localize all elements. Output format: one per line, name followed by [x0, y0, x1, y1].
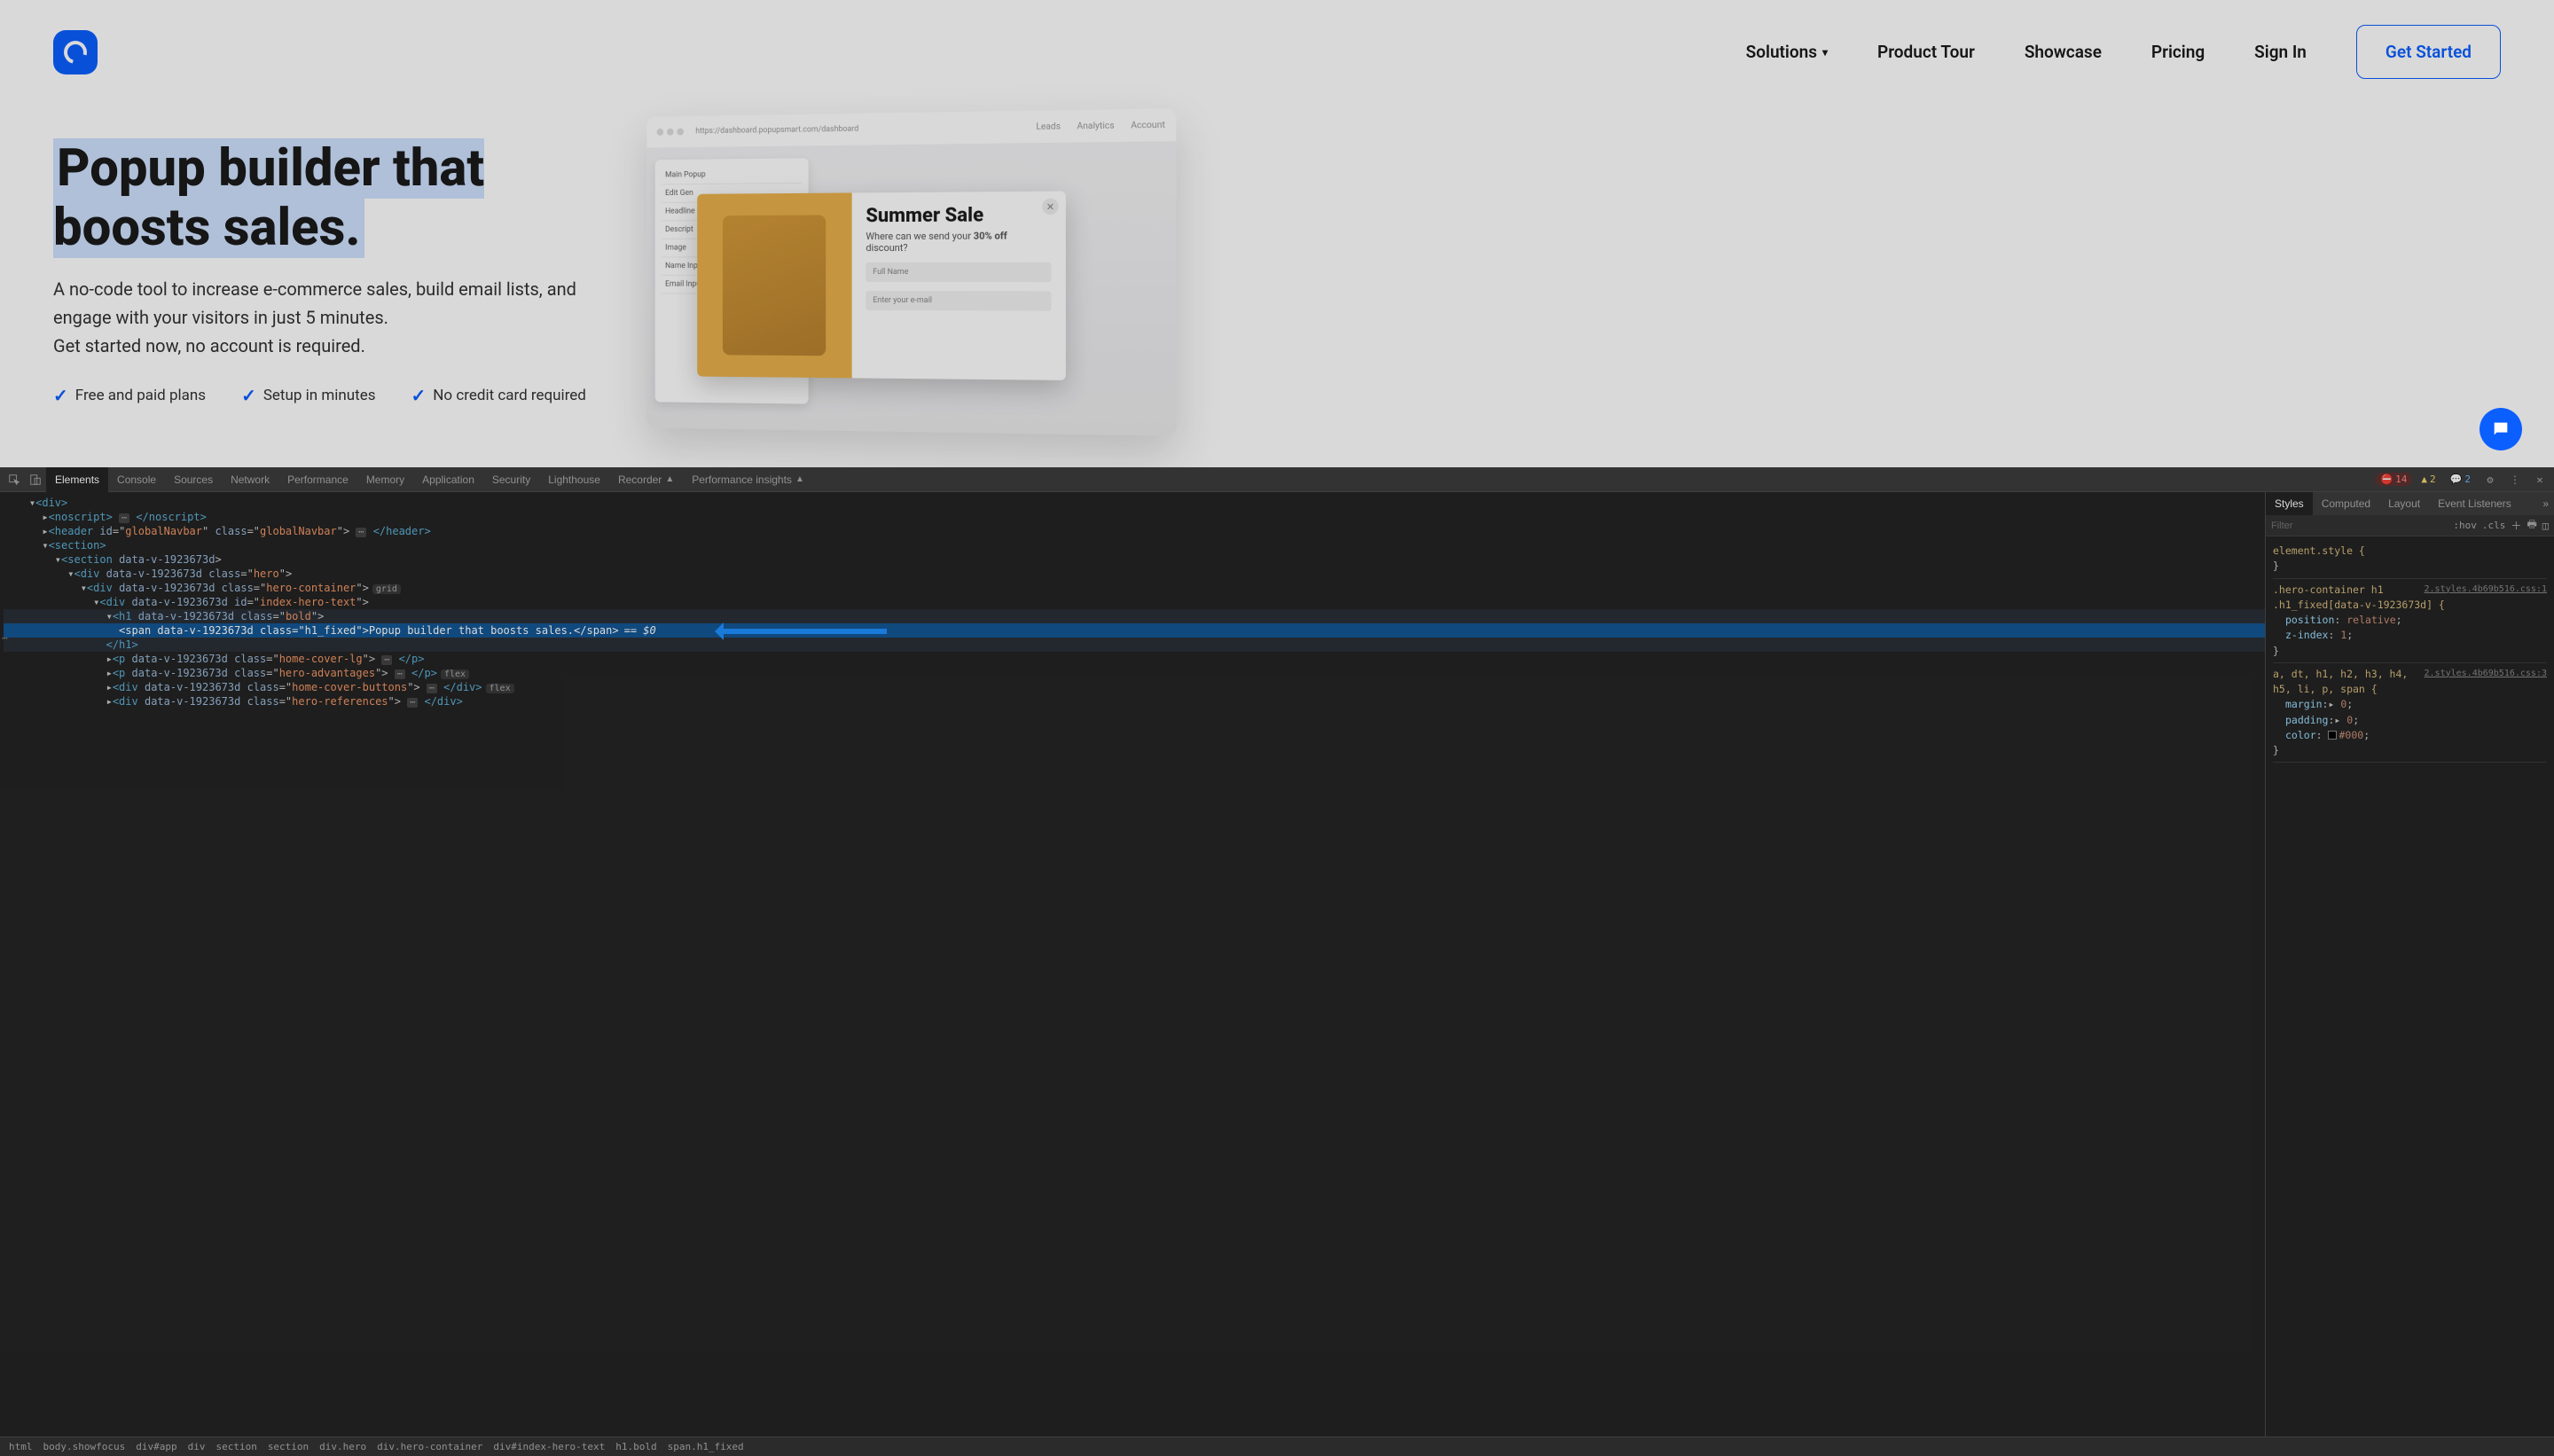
chat-icon	[2491, 419, 2511, 439]
tab-recorder[interactable]: Recorder ▲	[609, 467, 683, 492]
css-source-link[interactable]: 2.styles.4b69b516.css:1	[2425, 583, 2547, 596]
tab-computed[interactable]: Computed	[2313, 492, 2379, 515]
tab-security[interactable]: Security	[483, 467, 539, 492]
feature-free-plans: ✓Free and paid plans	[53, 385, 206, 406]
message-count[interactable]: 💬2	[2445, 473, 2476, 486]
settings-icon[interactable]: ⚙	[2480, 469, 2501, 490]
tab-lighthouse[interactable]: Lighthouse	[539, 467, 609, 492]
page-content: Solutions▾ Product Tour Showcase Pricing…	[0, 0, 2554, 467]
cls-toggle[interactable]: .cls	[2482, 520, 2506, 531]
hero-title: Popup builder that boosts sales.	[53, 139, 621, 257]
popup-subtitle: Where can we send your 30% off discount?	[866, 230, 1051, 254]
tab-layout[interactable]: Layout	[2379, 492, 2429, 515]
mockup-leads: Leads	[1036, 121, 1061, 132]
tab-elements[interactable]: Elements	[46, 467, 108, 492]
devtools-panel: Elements Console Sources Network Perform…	[0, 467, 2554, 1456]
tab-styles[interactable]: Styles	[2266, 492, 2313, 515]
check-icon: ✓	[241, 385, 256, 406]
nav-solutions[interactable]: Solutions▾	[1746, 42, 1828, 62]
tab-sources[interactable]: Sources	[165, 467, 222, 492]
new-style-icon[interactable]: ＋	[2511, 518, 2521, 533]
more-icon[interactable]: ⋮	[2504, 469, 2526, 490]
tab-console[interactable]: Console	[108, 467, 165, 492]
css-source-link[interactable]: 2.styles.4b69b516.css:3	[2425, 667, 2547, 680]
popup-name-field[interactable]: Full Name	[866, 262, 1051, 282]
styles-panel: Styles Computed Layout Event Listeners »…	[2265, 492, 2554, 1436]
feature-no-cc: ✓No credit card required	[411, 385, 586, 406]
mockup-analytics: Analytics	[1077, 121, 1114, 131]
devtools-tabs: Elements Console Sources Network Perform…	[0, 467, 2554, 492]
check-icon: ✓	[53, 385, 68, 406]
tab-perf-insights[interactable]: Performance insights ▲	[683, 467, 813, 492]
nav-product-tour[interactable]: Product Tour	[1877, 42, 1975, 62]
dashboard-mockup: https://dashboard.popupsmart.com/dashboa…	[646, 108, 1176, 436]
mockup-account: Account	[1131, 120, 1165, 130]
brand-logo[interactable]	[53, 30, 98, 74]
nav-showcase[interactable]: Showcase	[2025, 42, 2102, 62]
gutter-dots: ⋯	[2, 632, 8, 644]
annotation-arrow	[718, 629, 887, 634]
nav-pricing[interactable]: Pricing	[2151, 42, 2205, 62]
close-icon[interactable]: ✕	[1042, 199, 1058, 215]
popup-title: Summer Sale	[866, 204, 1051, 227]
dom-breadcrumb[interactable]: html body.showfocus div#app div section …	[0, 1436, 2554, 1456]
style-rules[interactable]: element.style {} 2.styles.4b69b516.css:1…	[2266, 536, 2554, 1436]
toggle-sidebar-icon[interactable]: ◫	[2542, 520, 2549, 532]
feature-setup: ✓Setup in minutes	[241, 385, 375, 406]
more-tabs-icon[interactable]: »	[2537, 497, 2554, 510]
error-count[interactable]: ⛔ 14	[2375, 473, 2412, 486]
hov-toggle[interactable]: :hov	[2453, 520, 2477, 531]
warning-count[interactable]: ▲2	[2416, 473, 2440, 486]
device-toolbar-icon[interactable]	[25, 469, 46, 490]
tab-event-listeners[interactable]: Event Listeners	[2429, 492, 2520, 515]
dom-tree[interactable]: ⋯ ▾<div> ▸<noscript> ⋯ </noscript> ▸<hea…	[0, 492, 2265, 1436]
popup-email-field[interactable]: Enter your e-mail	[866, 291, 1051, 311]
get-started-button[interactable]: Get Started	[2356, 25, 2501, 79]
print-icon[interactable]: 🖶	[2527, 516, 2536, 535]
mockup-url: https://dashboard.popupsmart.com/dashboa…	[695, 125, 858, 136]
nav-sign-in[interactable]: Sign In	[2254, 42, 2307, 62]
hero-subtitle: A no-code tool to increase e-commerce sa…	[53, 275, 621, 360]
chevron-down-icon: ▾	[1822, 46, 1828, 59]
tab-performance[interactable]: Performance	[278, 467, 357, 492]
navbar: Solutions▾ Product Tour Showcase Pricing…	[0, 0, 2554, 104]
popup-preview: ✕ Summer Sale Where can we send your 30%…	[697, 192, 1066, 380]
inspect-element-icon[interactable]	[4, 469, 25, 490]
check-icon: ✓	[411, 385, 427, 406]
tab-memory[interactable]: Memory	[357, 467, 413, 492]
tab-application[interactable]: Application	[413, 467, 483, 492]
styles-filter-input[interactable]	[2271, 521, 2448, 531]
hero-section: Popup builder that boosts sales. A no-co…	[0, 104, 2554, 406]
close-icon[interactable]: ✕	[2529, 469, 2550, 490]
tab-network[interactable]: Network	[222, 467, 278, 492]
chat-widget-button[interactable]	[2480, 408, 2522, 450]
